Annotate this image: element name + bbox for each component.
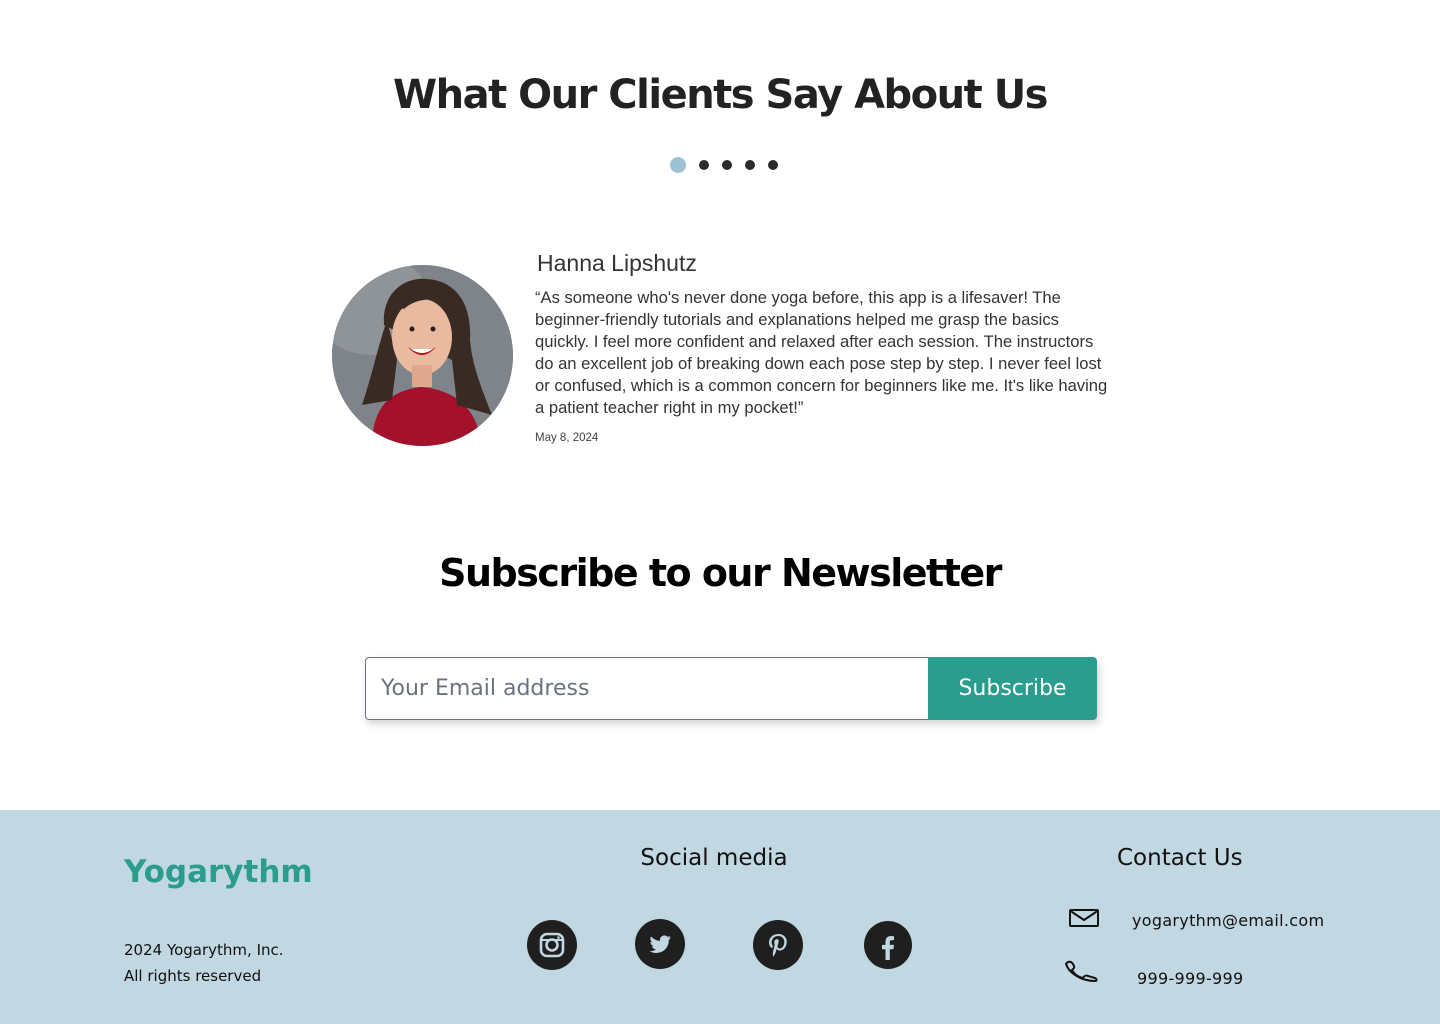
contact-email-link[interactable]: yogarythm@email.com: [1132, 911, 1324, 930]
copyright-line: 2024 Yogarythm, Inc.: [124, 941, 284, 959]
contact-phone-link[interactable]: 999-999-999: [1137, 969, 1243, 988]
carousel-dot-5[interactable]: [767, 160, 778, 170]
contact-title: Contact Us: [1117, 845, 1243, 871]
copyright-line: All rights reserved: [124, 967, 262, 985]
subscribe-form: Subscribe: [365, 657, 1097, 720]
carousel-dot-4[interactable]: [744, 160, 755, 170]
phone-icon: [1063, 960, 1099, 986]
twitter-icon[interactable]: [635, 919, 685, 969]
testimonial-quote: “As someone who's never done yoga before…: [535, 288, 1108, 417]
instagram-icon[interactable]: [527, 920, 577, 970]
carousel-dot-3[interactable]: [721, 160, 732, 170]
testimonials-title: What Our Clients Say About Us: [393, 72, 1048, 118]
client-name: Hanna Lipshutz: [537, 250, 697, 276]
client-avatar: [332, 265, 513, 446]
review-date: May 8, 2024: [535, 432, 599, 444]
copyright: 2024 Yogarythm, Inc. All rights reserved: [124, 937, 284, 989]
facebook-icon[interactable]: [864, 921, 912, 969]
mail-icon: [1069, 909, 1099, 931]
carousel-pagination: [0, 157, 1440, 173]
client-photo: [332, 265, 513, 446]
carousel-dot-2[interactable]: [698, 160, 709, 170]
subscribe-button[interactable]: Subscribe: [928, 657, 1097, 720]
pinterest-icon[interactable]: [753, 920, 803, 970]
footer: Yogarythm 2024 Yogarythm, Inc. All right…: [0, 810, 1440, 1024]
email-input[interactable]: [365, 657, 928, 720]
newsletter-title: Subscribe to our Newsletter: [439, 551, 1002, 595]
carousel-dot-1[interactable]: [669, 157, 686, 173]
